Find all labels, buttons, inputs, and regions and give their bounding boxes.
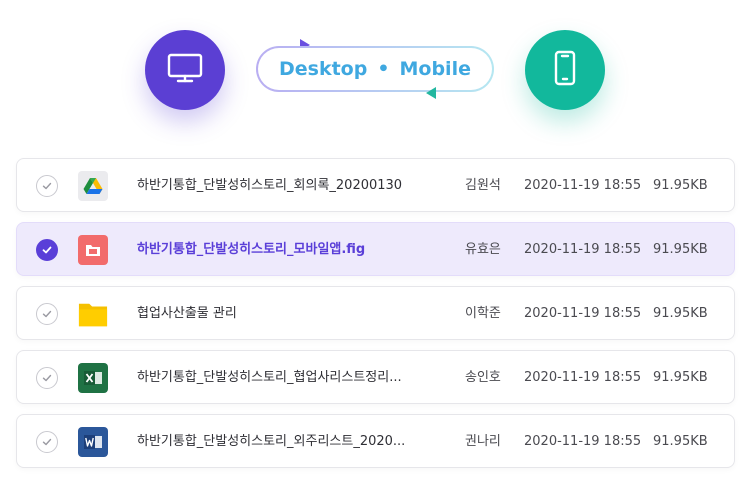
- file-date: 2020-11-19 18:55: [524, 370, 642, 385]
- check-icon: [42, 310, 52, 318]
- check-icon: [42, 182, 52, 190]
- file-date: 2020-11-19 18:55: [524, 242, 642, 257]
- check-icon: [42, 374, 52, 382]
- file-size: 91.95KB: [653, 306, 708, 321]
- google-drive-icon: [78, 171, 108, 201]
- file-owner: 김원석: [465, 178, 501, 193]
- row-checkbox[interactable]: [36, 239, 58, 261]
- row-checkbox[interactable]: [36, 431, 58, 453]
- file-size: 91.95KB: [653, 434, 708, 449]
- row-checkbox[interactable]: [36, 367, 58, 389]
- file-name[interactable]: 하반기통합_단발성히스토리_모바일앱.fig: [137, 223, 365, 277]
- sync-pill: Desktop • Mobile: [256, 46, 494, 92]
- file-row[interactable]: 하반기통합_단발성히스토리_모바일앱.fig 유효은 2020-11-19 18…: [16, 222, 735, 276]
- file-date: 2020-11-19 18:55: [524, 306, 642, 321]
- mobile-circle: [525, 30, 605, 110]
- file-row[interactable]: 하반기통합_단발성히스토리_회의록_20200130 김원석 2020-11-1…: [16, 158, 735, 212]
- file-row[interactable]: 하반기통합_단발성히스토리_외주리스트_2020... 권나리 2020-11-…: [16, 414, 735, 468]
- word-file-icon: [78, 427, 108, 457]
- file-name[interactable]: 하반기통합_단발성히스토리_협업사리스트정리...: [137, 351, 402, 405]
- figma-file-icon: [78, 235, 108, 265]
- file-size: 91.95KB: [653, 178, 708, 193]
- file-size: 91.95KB: [653, 242, 708, 257]
- monitor-icon: [165, 48, 205, 92]
- desktop-label: Desktop: [279, 58, 368, 80]
- mobile-label: Mobile: [399, 58, 471, 80]
- file-owner: 유효은: [465, 242, 501, 257]
- check-icon: [42, 438, 52, 446]
- check-icon: [42, 246, 52, 254]
- file-row[interactable]: 하반기통합_단발성히스토리_협업사리스트정리... 송인호 2020-11-19…: [16, 350, 735, 404]
- file-date: 2020-11-19 18:55: [524, 178, 642, 193]
- file-row[interactable]: 협업사산출물 관리 이학준 2020-11-19 18:55 91.95KB: [16, 286, 735, 340]
- file-owner: 이학준: [465, 306, 501, 321]
- file-size: 91.95KB: [653, 370, 708, 385]
- row-checkbox[interactable]: [36, 175, 58, 197]
- row-checkbox[interactable]: [36, 303, 58, 325]
- file-owner: 권나리: [465, 434, 501, 449]
- separator-dot: •: [377, 58, 390, 80]
- excel-file-icon: [78, 363, 108, 393]
- file-owner: 송인호: [465, 370, 501, 385]
- folder-icon: [78, 299, 108, 329]
- file-name[interactable]: 협업사산출물 관리: [137, 287, 237, 341]
- desktop-circle: [145, 30, 225, 110]
- file-name[interactable]: 하반기통합_단발성히스토리_회의록_20200130: [137, 159, 402, 213]
- sync-arrow-left-icon: [426, 87, 436, 99]
- file-date: 2020-11-19 18:55: [524, 434, 642, 449]
- file-name[interactable]: 하반기통합_단발성히스토리_외주리스트_2020...: [137, 415, 405, 469]
- smartphone-icon: [545, 48, 585, 92]
